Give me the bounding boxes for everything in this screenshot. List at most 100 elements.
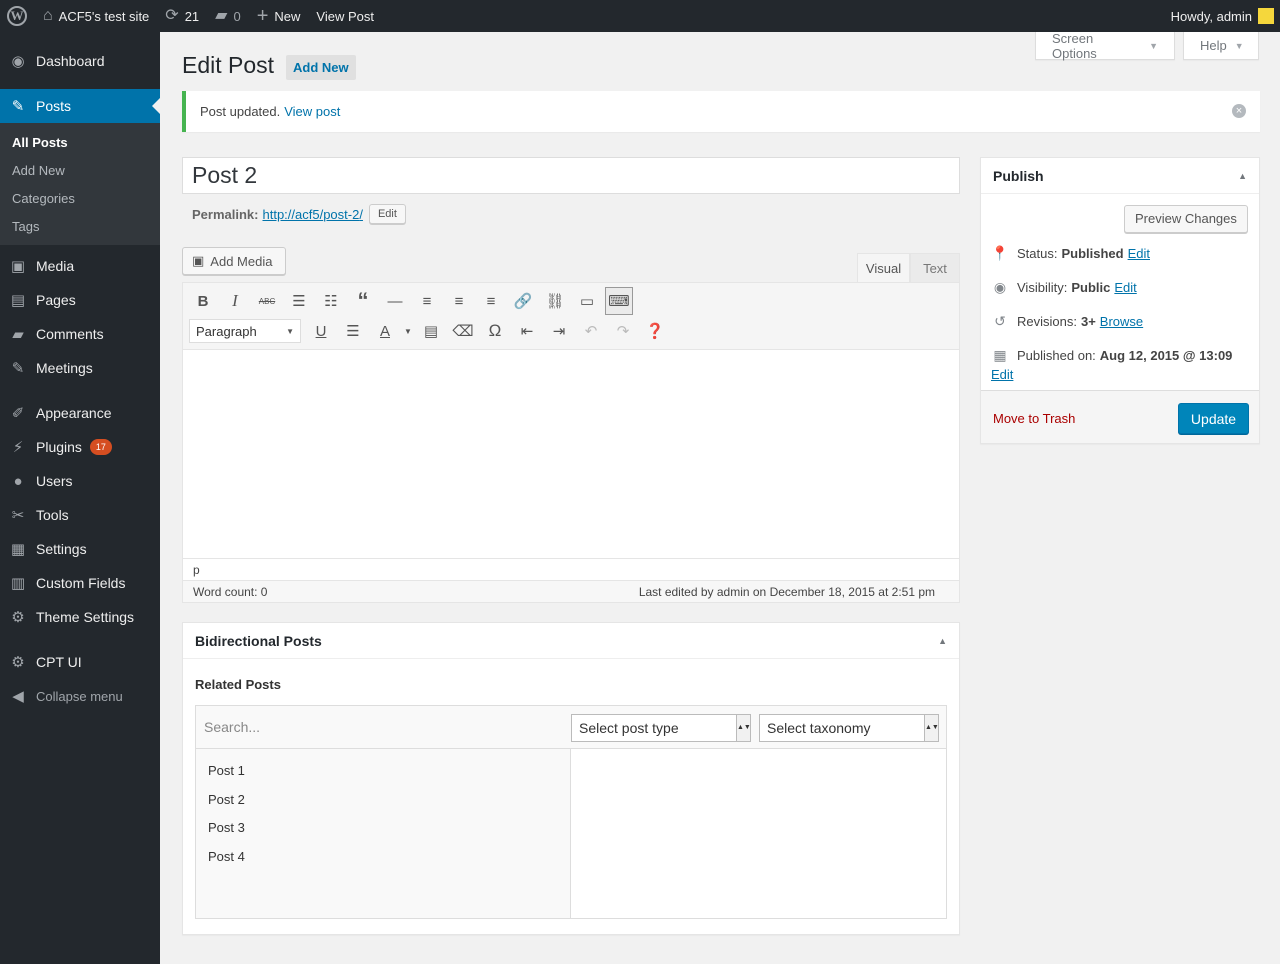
new-content-link[interactable]: + New [249,0,309,32]
list-item[interactable]: Post 1 [196,757,570,786]
sidebar-item-custom-fields[interactable]: ▥ Custom Fields [0,566,160,600]
bullet-list-icon[interactable]: ☰ [283,286,315,316]
edit-status-link[interactable]: Edit [1128,246,1150,261]
taxonomy-select[interactable]: Select taxonomy ▲▼ [759,714,939,742]
post-type-select[interactable]: Select post type ▲▼ [571,714,751,742]
numbered-list-icon[interactable]: ☷ [315,286,347,316]
sidebar-item-dashboard[interactable]: ◉ Dashboard [0,44,160,78]
page-title: Edit Post [182,52,275,78]
post-title-input[interactable]: Post 2 [182,157,960,194]
sidebar-item-settings[interactable]: ▦ Settings [0,532,160,566]
edit-visibility-link[interactable]: Edit [1114,280,1136,295]
format-select[interactable]: Paragraph [189,319,301,343]
browse-revisions-link[interactable]: Browse [1100,314,1143,329]
home-icon: ⌂ [43,7,53,24]
bold-icon[interactable]: B [187,286,219,316]
view-post-link[interactable]: View post [284,104,340,119]
settings-icon: ▦ [10,541,26,558]
list-item[interactable]: Post 3 [196,814,570,843]
status-value: Published [1061,246,1124,261]
wp-logo-menu[interactable]: W [0,0,35,32]
read-more-icon[interactable]: ▭ [571,286,603,316]
special-character-icon[interactable]: Ω [479,316,511,346]
horizontal-line-icon[interactable]: — [379,286,411,316]
post-type-select-value: Select post type [579,720,679,736]
caret-down-icon: ▼ [1234,40,1244,51]
sidebar-item-posts[interactable]: ✎ Posts [0,89,160,123]
submenu-tags[interactable]: Tags [0,213,160,241]
publish-header[interactable]: Publish ▲ [981,158,1259,194]
comments-link[interactable]: ▰ 0 [207,0,249,32]
editor-status-bar: Word count: 0 Last edited by admin on De… [183,580,959,602]
unlink-icon[interactable]: ⛓ [539,286,571,316]
sidebar-item-users[interactable]: ● Users [0,464,160,498]
list-item[interactable]: Post 2 [196,786,570,815]
tab-visual[interactable]: Visual [857,253,910,283]
text-color-icon[interactable]: A [369,316,401,346]
view-post-link[interactable]: View Post [308,0,382,32]
sidebar-item-tools[interactable]: ✂ Tools [0,498,160,532]
sidebar-item-media[interactable]: ▣ Media [0,249,160,283]
bidirectional-header[interactable]: Bidirectional Posts ▲ [183,623,959,659]
align-center-icon[interactable]: ≡ [443,286,475,316]
sidebar-item-plugins[interactable]: ⚡ Plugins 17 [0,430,160,464]
edit-permalink-button[interactable]: Edit [368,204,406,224]
sidebar-item-pages[interactable]: ▤ Pages [0,283,160,317]
wrench-icon: ✂ [11,507,25,524]
caret-up-icon[interactable]: ▲ [938,636,947,646]
permalink-slug: post-2 [323,206,360,222]
submenu-categories[interactable]: Categories [0,185,160,213]
permalink-link[interactable]: http://acf5/post-2/ [262,207,362,222]
updates-link[interactable]: ⟳ 21 [157,0,207,32]
avatar [1258,8,1274,24]
caret-down-icon[interactable]: ▼ [401,316,415,346]
publish-title: Publish [993,167,1044,184]
add-new-button[interactable]: Add New [286,55,356,80]
italic-icon[interactable]: I [219,286,251,316]
site-name-link[interactable]: ⌂ ACF5's test site [35,0,157,32]
sidebar-item-comments[interactable]: ▰ Comments [0,317,160,351]
help-icon[interactable]: ❓ [639,316,671,346]
strikethrough-icon[interactable]: ABC [251,286,283,316]
help-button[interactable]: Help ▼ [1183,32,1259,60]
sidebar-item-appearance[interactable]: ✐ Appearance [0,396,160,430]
list-item[interactable]: Post 4 [196,843,570,872]
sidebar-item-theme-settings[interactable]: ⚙ Theme Settings [0,600,160,634]
my-account-link[interactable]: Howdy, admin [1163,0,1280,32]
sidebar-item-meetings[interactable]: ✎ Meetings [0,351,160,385]
update-button[interactable]: Update [1178,403,1249,434]
relationship-search-input[interactable]: Search... [204,719,260,735]
submenu-all-posts[interactable]: All Posts [0,129,160,157]
add-media-button[interactable]: ▣ Add Media [182,247,286,275]
link-icon[interactable]: 🔗 [507,286,539,316]
toolbar-row-2: Paragraph U ☰ A ▼ ▤ ⌫ Ω ⇤ ⇥ ↶ ↷ ❓ [187,316,671,346]
caret-up-icon[interactable]: ▲ [1238,171,1247,181]
blockquote-icon[interactable]: “ [347,286,379,316]
align-left-icon[interactable]: ≡ [411,286,443,316]
preview-changes-button[interactable]: Preview Changes [1124,205,1248,233]
edit-date-link[interactable]: Edit [991,367,1013,382]
underline-icon[interactable]: U [305,316,337,346]
sidebar-item-cpt-ui[interactable]: ⚙ CPT UI [0,645,160,679]
dismiss-icon[interactable]: × [1232,104,1246,118]
move-to-trash-link[interactable]: Move to Trash [993,411,1075,426]
tab-text[interactable]: Text [910,253,960,283]
paste-text-icon[interactable]: ▤ [415,316,447,346]
view-post-label: View Post [316,8,374,24]
last-edited: Last edited by admin on December 18, 201… [638,585,935,599]
undo-icon[interactable]: ↶ [575,316,607,346]
align-right-icon[interactable]: ≡ [475,286,507,316]
redo-icon[interactable]: ↷ [607,316,639,346]
outdent-icon[interactable]: ⇤ [511,316,543,346]
clear-formatting-icon[interactable]: ⌫ [447,316,479,346]
editor-content-area[interactable] [183,350,959,558]
submenu-add-new[interactable]: Add New [0,157,160,185]
collapse-menu-button[interactable]: ◀ Collapse menu [0,679,160,713]
permalink-label: Permalink: [192,206,259,222]
sidebar-item-label: Media [36,258,75,274]
toolbar-toggle-icon[interactable]: ⌨ [605,287,633,315]
justify-icon[interactable]: ☰ [337,316,369,346]
indent-icon[interactable]: ⇥ [543,316,575,346]
screen-options-button[interactable]: Screen Options ▼ [1035,31,1175,61]
pin-icon: 📍 [991,245,1009,261]
